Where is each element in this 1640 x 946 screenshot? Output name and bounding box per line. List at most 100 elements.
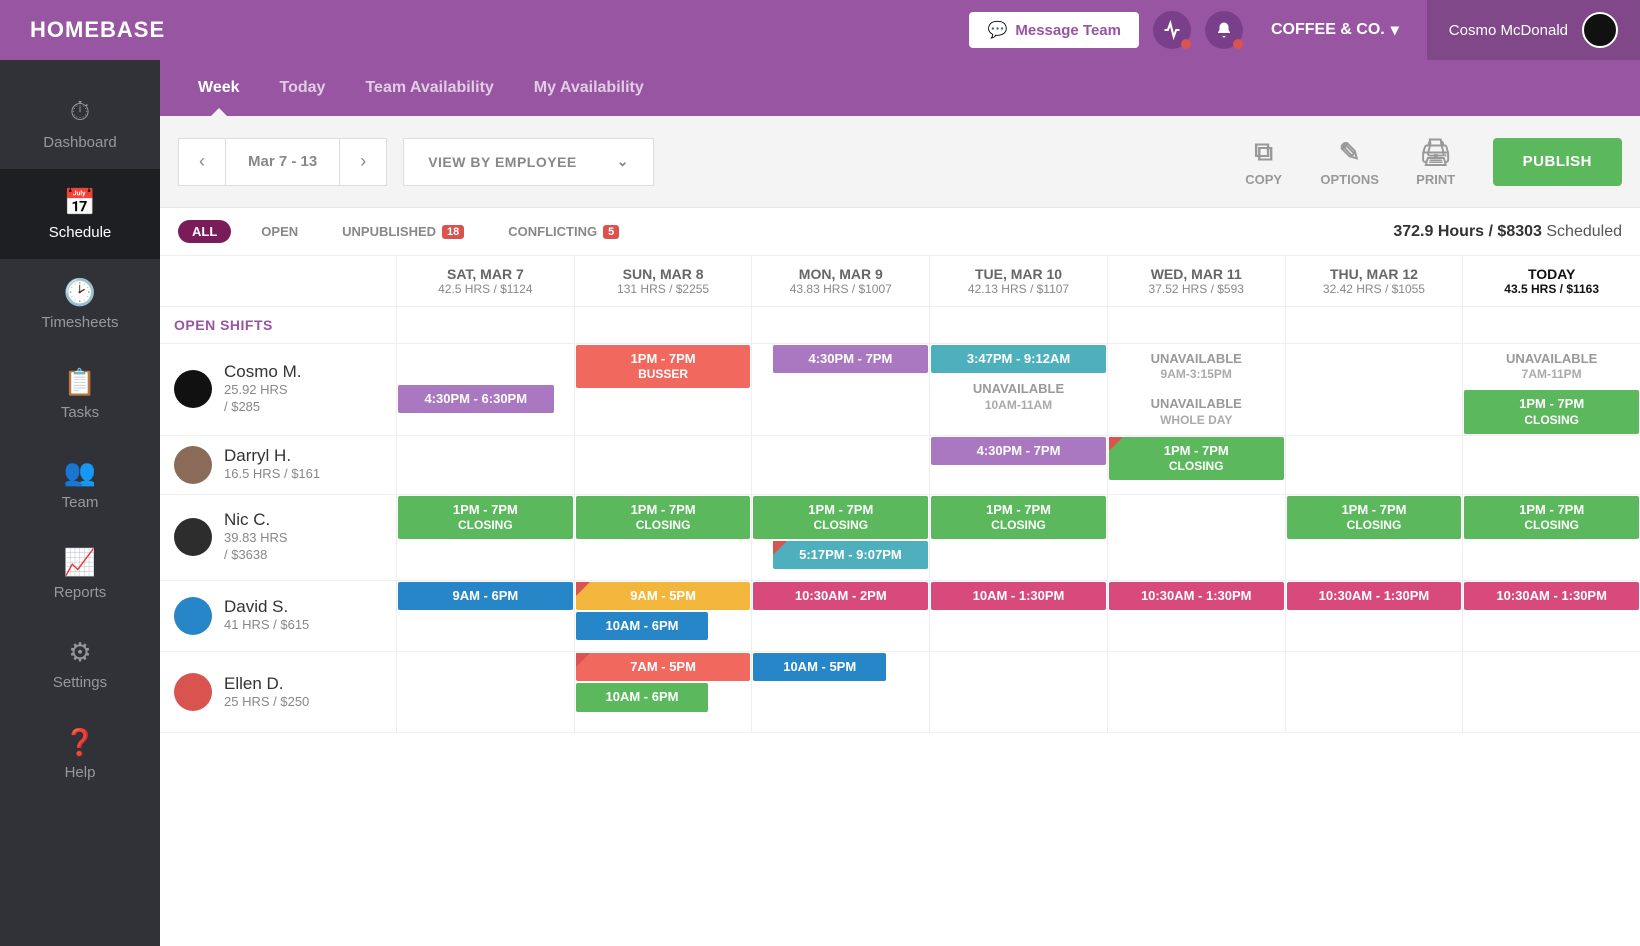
employee-cell[interactable]: Ellen D.25 HRS / $250 <box>160 652 396 732</box>
tab-today[interactable]: Today <box>260 60 346 116</box>
open-shift-cell[interactable] <box>751 307 929 343</box>
shift-block[interactable]: 4:30PM - 6:30PM <box>398 385 554 413</box>
schedule-cell[interactable]: 10:30AM - 1:30PM <box>1462 581 1640 651</box>
shift-block[interactable]: 10AM - 6PM <box>576 683 709 711</box>
schedule-cell[interactable]: 1PM - 7PMCLOSING <box>1462 495 1640 580</box>
sidebar-item-team[interactable]: 👥Team <box>0 439 160 529</box>
schedule-cell[interactable] <box>1285 344 1463 435</box>
sidebar-item-help[interactable]: ❓Help <box>0 709 160 799</box>
shift-block[interactable]: 10:30AM - 1:30PM <box>1287 582 1462 610</box>
schedule-cell[interactable]: 10:30AM - 1:30PM <box>1107 581 1285 651</box>
unavailable-block[interactable]: UNAVAILABLE7AM-11PM <box>1464 345 1639 388</box>
schedule-cell[interactable]: 10AM - 1:30PM <box>929 581 1107 651</box>
schedule-cell[interactable] <box>929 652 1107 732</box>
schedule-cell[interactable] <box>1462 436 1640 494</box>
shift-block[interactable]: 1PM - 7PMCLOSING <box>753 496 928 539</box>
schedule-cell[interactable]: 3:47PM - 9:12AMUNAVAILABLE10AM-11AM <box>929 344 1107 435</box>
open-shift-cell[interactable] <box>1462 307 1640 343</box>
schedule-cell[interactable] <box>751 436 929 494</box>
prev-week-button[interactable]: ‹ <box>178 138 226 186</box>
schedule-cell[interactable]: 4:30PM - 7PM <box>751 344 929 435</box>
schedule-cell[interactable] <box>1285 436 1463 494</box>
schedule-cell[interactable] <box>1107 495 1285 580</box>
shift-block[interactable]: 1PM - 7PMCLOSING <box>1109 437 1284 480</box>
shift-block[interactable]: 1PM - 7PMCLOSING <box>1464 390 1639 433</box>
shift-block[interactable]: 1PM - 7PMCLOSING <box>1287 496 1462 539</box>
schedule-cell[interactable]: 9AM - 6PM <box>396 581 574 651</box>
sidebar-item-settings[interactable]: ⚙Settings <box>0 619 160 709</box>
schedule-cell[interactable]: 4:30PM - 7PM <box>929 436 1107 494</box>
notifications-icon-button[interactable] <box>1205 11 1243 49</box>
schedule-cell[interactable]: 10AM - 5PM <box>751 652 929 732</box>
sidebar-item-reports[interactable]: 📈Reports <box>0 529 160 619</box>
schedule-cell[interactable]: 7AM - 5PM10AM - 6PM <box>574 652 752 732</box>
shift-block[interactable]: 3:47PM - 9:12AM <box>931 345 1106 373</box>
shift-block[interactable]: 1PM - 7PMCLOSING <box>576 496 751 539</box>
schedule-cell[interactable]: UNAVAILABLE9AM-3:15PMUNAVAILABLEWHOLE DA… <box>1107 344 1285 435</box>
filter-open[interactable]: OPEN <box>247 220 312 243</box>
unavailable-block[interactable]: UNAVAILABLEWHOLE DAY <box>1109 390 1284 433</box>
shift-block[interactable]: 1PM - 7PMBUSSER <box>576 345 751 388</box>
publish-button[interactable]: PUBLISH <box>1493 138 1622 186</box>
employee-cell[interactable]: Nic C.39.83 HRS/ $3638 <box>160 495 396 580</box>
filter-all[interactable]: ALL <box>178 220 231 243</box>
tab-week[interactable]: Week <box>178 60 260 116</box>
tab-my-availability[interactable]: My Availability <box>514 60 664 116</box>
shift-block[interactable]: 4:30PM - 7PM <box>773 345 929 373</box>
schedule-cell[interactable]: 1PM - 7PMCLOSING5:17PM - 9:07PM <box>751 495 929 580</box>
activity-icon-button[interactable] <box>1153 11 1191 49</box>
open-shift-cell[interactable] <box>1285 307 1463 343</box>
filter-unpublished[interactable]: UNPUBLISHED18 <box>328 220 478 243</box>
schedule-cell[interactable]: 4:30PM - 6:30PM <box>396 344 574 435</box>
schedule-cell[interactable]: 10:30AM - 2PM <box>751 581 929 651</box>
employee-cell[interactable]: Cosmo M.25.92 HRS/ $285 <box>160 344 396 435</box>
schedule-cell[interactable]: 1PM - 7PMCLOSING <box>574 495 752 580</box>
schedule-cell[interactable]: 9AM - 5PM10AM - 6PM <box>574 581 752 651</box>
open-shift-cell[interactable] <box>1107 307 1285 343</box>
open-shift-cell[interactable] <box>396 307 574 343</box>
company-selector[interactable]: COFFEE & CO. ▾ <box>1271 20 1399 40</box>
shift-block[interactable]: 10AM - 6PM <box>576 612 709 640</box>
shift-block[interactable]: 7AM - 5PM <box>576 653 751 681</box>
sidebar-item-tasks[interactable]: 📋Tasks <box>0 349 160 439</box>
sidebar-item-schedule[interactable]: 📅Schedule <box>0 169 160 259</box>
filter-conflicting[interactable]: CONFLICTING5 <box>494 220 633 243</box>
schedule-cell[interactable]: 10:30AM - 1:30PM <box>1285 581 1463 651</box>
open-shift-cell[interactable] <box>929 307 1107 343</box>
shift-block[interactable]: 10AM - 1:30PM <box>931 582 1106 610</box>
employee-cell[interactable]: David S.41 HRS / $615 <box>160 581 396 651</box>
shift-block[interactable]: 10:30AM - 1:30PM <box>1109 582 1284 610</box>
schedule-cell[interactable]: UNAVAILABLE7AM-11PM1PM - 7PMCLOSING <box>1462 344 1640 435</box>
employee-cell[interactable]: Darryl H.16.5 HRS / $161 <box>160 436 396 494</box>
shift-block[interactable]: 1PM - 7PMCLOSING <box>1464 496 1639 539</box>
sidebar-item-timesheets[interactable]: 🕑Timesheets <box>0 259 160 349</box>
date-range[interactable]: Mar 7 - 13 <box>226 138 339 186</box>
unavailable-block[interactable]: UNAVAILABLE10AM-11AM <box>931 375 1106 418</box>
open-shift-cell[interactable] <box>574 307 752 343</box>
schedule-cell[interactable]: 1PM - 7PMCLOSING <box>396 495 574 580</box>
print-button[interactable]: 🖨 PRINT <box>1393 137 1479 187</box>
sidebar-item-dashboard[interactable]: ⏱Dashboard <box>0 78 160 169</box>
shift-block[interactable]: 1PM - 7PMCLOSING <box>398 496 573 539</box>
schedule-cell[interactable]: 1PM - 7PMBUSSER <box>574 344 752 435</box>
tab-team-availability[interactable]: Team Availability <box>345 60 513 116</box>
schedule-cell[interactable] <box>574 436 752 494</box>
shift-block[interactable]: 10:30AM - 1:30PM <box>1464 582 1639 610</box>
shift-block[interactable]: 5:17PM - 9:07PM <box>773 541 929 569</box>
message-team-button[interactable]: 💬 Message Team <box>969 12 1139 48</box>
next-week-button[interactable]: › <box>339 138 387 186</box>
shift-block[interactable]: 4:30PM - 7PM <box>931 437 1106 465</box>
shift-block[interactable]: 10:30AM - 2PM <box>753 582 928 610</box>
shift-block[interactable]: 9AM - 5PM <box>576 582 751 610</box>
schedule-cell[interactable] <box>396 436 574 494</box>
schedule-cell[interactable]: 1PM - 7PMCLOSING <box>1285 495 1463 580</box>
schedule-cell[interactable] <box>1107 652 1285 732</box>
schedule-cell[interactable]: 1PM - 7PMCLOSING <box>929 495 1107 580</box>
schedule-cell[interactable] <box>1285 652 1463 732</box>
shift-block[interactable]: 10AM - 5PM <box>753 653 886 681</box>
copy-button[interactable]: ⧉ COPY <box>1221 136 1307 187</box>
schedule-cell[interactable] <box>1462 652 1640 732</box>
view-by-selector[interactable]: VIEW BY EMPLOYEE ⌄ <box>403 138 654 186</box>
schedule-cell[interactable] <box>396 652 574 732</box>
shift-block[interactable]: 9AM - 6PM <box>398 582 573 610</box>
